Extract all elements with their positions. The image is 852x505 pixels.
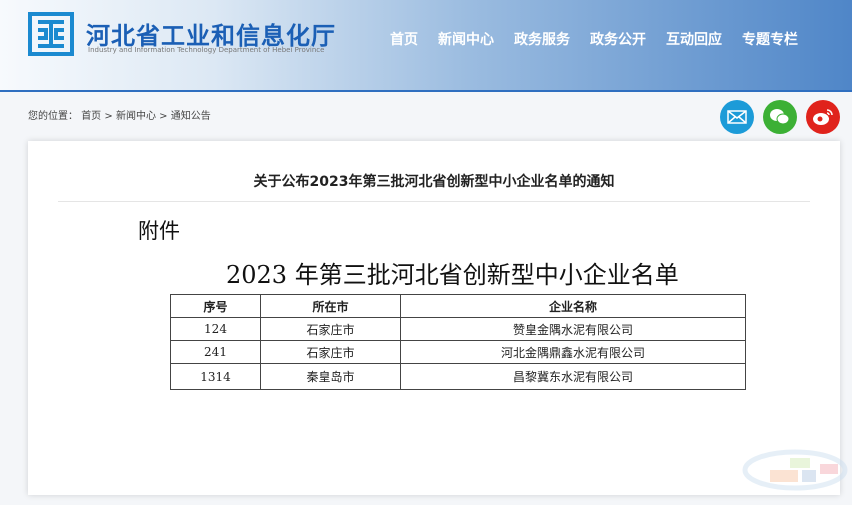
- breadcrumb-label: 您的位置：: [28, 111, 78, 122]
- list-title: 2023 年第三批河北省创新型中小企业名单: [226, 261, 679, 289]
- header-index: 序号: [170, 294, 261, 318]
- site-logo-icon[interactable]: [28, 12, 74, 56]
- article-title: 关于公布2023年第三批河北省创新型中小企业名单的通知: [253, 174, 615, 190]
- wechat-icon: [770, 109, 790, 125]
- cell-city: 秦皇岛市: [260, 363, 401, 390]
- email-icon: [727, 110, 747, 124]
- cell-city: 石家庄市: [260, 317, 401, 341]
- site-subtitle: Industry and Information Technology Depa…: [88, 46, 325, 54]
- breadcrumb-notices[interactable]: 通知公告: [171, 111, 211, 122]
- nav-home[interactable]: 首页: [390, 29, 418, 49]
- breadcrumb-home[interactable]: 首页: [81, 111, 101, 122]
- table-row: 1314 秦皇岛市 昌黎冀东水泥有限公司: [170, 363, 746, 390]
- nav-news[interactable]: 新闻中心: [438, 29, 494, 49]
- cell-index: 241: [170, 340, 261, 364]
- nav-topics[interactable]: 专题专栏: [742, 29, 798, 49]
- header-city: 所在市: [260, 294, 401, 318]
- table-header-row: 序号 所在市 企业名称: [170, 294, 746, 318]
- nav-public[interactable]: 政务公开: [590, 29, 646, 49]
- cell-city: 石家庄市: [260, 340, 401, 364]
- share-weibo-button[interactable]: [806, 100, 840, 134]
- cell-company: 赞皇金隅水泥有限公司: [400, 317, 746, 341]
- site-header: 河北省工业和信息化厅 Industry and Information Tech…: [0, 0, 852, 92]
- cell-company: 河北金隅鼎鑫水泥有限公司: [400, 340, 746, 364]
- nav-interaction[interactable]: 互动回应: [666, 29, 722, 49]
- nav-services[interactable]: 政务服务: [514, 29, 570, 49]
- breadcrumb-sep: >: [159, 111, 168, 122]
- header-company: 企业名称: [400, 294, 746, 318]
- cell-index: 1314: [170, 363, 261, 390]
- title-divider: [58, 201, 810, 202]
- weibo-icon: [813, 109, 833, 125]
- attachment-label: 附件: [138, 219, 180, 243]
- breadcrumb-news[interactable]: 新闻中心: [116, 111, 156, 122]
- main-nav: 首页 新闻中心 政务服务 政务公开 互动回应 专题专栏: [390, 29, 818, 49]
- breadcrumb-sep: >: [104, 111, 113, 122]
- breadcrumb: 您的位置： 首页 > 新闻中心 > 通知公告: [28, 107, 211, 122]
- cell-index: 124: [170, 317, 261, 341]
- share-wechat-button[interactable]: [763, 100, 797, 134]
- table-row: 241 石家庄市 河北金隅鼎鑫水泥有限公司: [170, 340, 746, 364]
- watermark-logo-icon: [742, 449, 848, 491]
- share-email-button[interactable]: [720, 100, 754, 134]
- cell-company: 昌黎冀东水泥有限公司: [400, 363, 746, 390]
- table-row: 124 石家庄市 赞皇金隅水泥有限公司: [170, 317, 746, 341]
- article-card: 关于公布2023年第三批河北省创新型中小企业名单的通知 附件 2023 年第三批…: [28, 141, 840, 495]
- enterprise-table: 序号 所在市 企业名称 124 石家庄市 赞皇金隅水泥有限公司 241 石家庄市…: [170, 294, 746, 390]
